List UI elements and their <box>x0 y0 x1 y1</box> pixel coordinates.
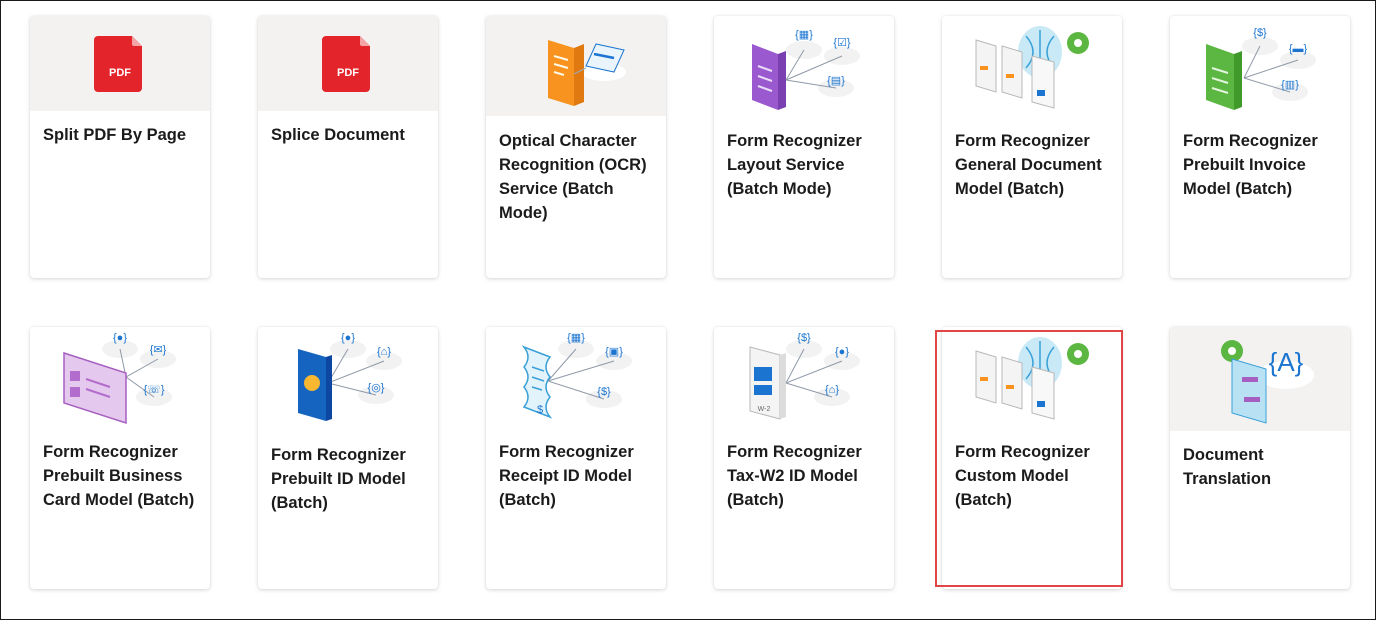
card-thumbnail: PDF <box>30 16 210 111</box>
tax-w2-icon: W-2 {$} {●} {⌂} <box>749 332 860 420</box>
card-thumbnail: {A} <box>1170 327 1350 431</box>
card-title: Form Recognizer Tax-W2 ID Model (Batch) <box>727 443 862 509</box>
card-thumbnail: $ {▦} {▣} {$} <box>486 327 666 427</box>
card-receipt[interactable]: $ {▦} {▣} {$} Form Recognizer Receipt ID… <box>486 327 666 589</box>
card-thumbnail: W-2 {$} {●} {⌂} <box>714 327 894 427</box>
card-general-document[interactable]: Form Recognizer General Document Model (… <box>942 16 1122 278</box>
pdf-badge: PDF <box>109 67 131 79</box>
card-layout-service[interactable]: {▦} {☑} {▤} Form Recognizer Layout Servi… <box>714 16 894 278</box>
braces-person-icon: {●} <box>113 332 127 344</box>
card-thumbnail <box>942 327 1122 427</box>
braces-icon: {▤} <box>827 75 845 87</box>
braces-icon: {▦} <box>795 29 813 41</box>
card-thumbnail: {▦} {☑} {▤} <box>714 16 894 116</box>
card-thumbnail <box>486 16 666 116</box>
card-title: Form Recognizer Prebuilt ID Model (Batch… <box>271 446 406 512</box>
braces-globe-icon: {◎} <box>368 382 385 394</box>
business-card-icon: {●} {✉} {☏} <box>63 332 176 425</box>
card-title: Form Recognizer General Document Model (… <box>955 132 1102 198</box>
layout-form-icon: {▦} {☑} {▤} <box>752 29 860 110</box>
card-thumbnail: {$} {▬} {▥} <box>1170 16 1350 116</box>
passport-id-icon: {●} {⌂} {◎} <box>298 332 402 421</box>
card-title: Document Translation <box>1183 446 1272 488</box>
card-custom-model[interactable]: Form Recognizer Custom Model (Batch) <box>942 327 1122 589</box>
translation-icon: {A} <box>1221 340 1314 424</box>
braces-person-icon: {●} <box>835 346 849 358</box>
custom-model-icon <box>975 337 1089 420</box>
card-thumbnail: {●} {✉} {☏} <box>30 327 210 427</box>
braces-bag-icon: {▣} <box>605 346 623 358</box>
card-document-translation[interactable]: {A} Document Translation <box>1170 327 1350 589</box>
general-document-icon <box>975 26 1089 109</box>
ocr-document-icon <box>548 40 626 106</box>
card-split-pdf-by-page[interactable]: PDF Split PDF By Page <box>30 16 210 278</box>
card-business-card[interactable]: {●} {✉} {☏} Form Recognizer Prebuilt Bus… <box>30 327 210 589</box>
braces-building-icon: {▥} <box>1281 79 1299 91</box>
card-thumbnail: PDF <box>258 16 438 111</box>
card-title: Form Recognizer Receipt ID Model (Batch) <box>499 443 634 509</box>
pdf-icon: PDF <box>94 36 142 92</box>
braces-store-icon: {▦} <box>567 332 585 344</box>
braces-mail-icon: {✉} <box>150 344 167 356</box>
braces-truck-icon: {▬} <box>1289 43 1308 55</box>
card-title: Form Recognizer Prebuilt Invoice Model (… <box>1183 132 1318 198</box>
braces-dollar-icon: {$} <box>1253 27 1267 39</box>
pdf-icon: PDF <box>322 36 370 92</box>
braces-person-icon: {●} <box>341 332 355 344</box>
card-title: Splice Document <box>271 126 405 144</box>
card-splice-document[interactable]: PDF Splice Document <box>258 16 438 278</box>
card-title: Form Recognizer Layout Service (Batch Mo… <box>727 132 862 198</box>
card-title: Form Recognizer Custom Model (Batch) <box>955 443 1090 509</box>
card-title: Form Recognizer Prebuilt Business Card M… <box>43 443 195 509</box>
w2-badge: W-2 <box>758 406 771 413</box>
braces-icon: {☑} <box>833 37 851 49</box>
braces-phone-icon: {☏} <box>143 384 164 396</box>
card-tax-w2[interactable]: W-2 {$} {●} {⌂} Form Recognizer Tax-W2 I… <box>714 327 894 589</box>
card-prebuilt-invoice[interactable]: {$} {▬} {▥} Form Recognizer Prebuilt Inv… <box>1170 16 1350 278</box>
invoice-icon: {$} {▬} {▥} <box>1206 27 1316 110</box>
braces-dollar-icon: {$} <box>597 386 611 398</box>
receipt-icon: $ {▦} {▣} {$} <box>521 332 632 419</box>
pdf-badge: PDF <box>337 67 359 79</box>
card-prebuilt-id[interactable]: {●} {⌂} {◎} Form Recognizer Prebuilt ID … <box>258 327 438 589</box>
card-thumbnail: {●} {⌂} {◎} <box>258 327 438 427</box>
card-ocr-service[interactable]: Optical Character Recognition (OCR) Serv… <box>486 16 666 278</box>
braces-dollar-icon: {$} <box>797 332 811 344</box>
dollar-icon: $ <box>537 404 543 416</box>
braces-a-icon: {A} <box>1269 347 1304 377</box>
card-title: Split PDF By Page <box>43 126 187 144</box>
card-thumbnail <box>942 16 1122 116</box>
braces-bank-icon: {⌂} <box>825 384 839 396</box>
card-title: Optical Character Recognition (OCR) Serv… <box>499 132 647 222</box>
braces-home-icon: {⌂} <box>377 346 391 358</box>
